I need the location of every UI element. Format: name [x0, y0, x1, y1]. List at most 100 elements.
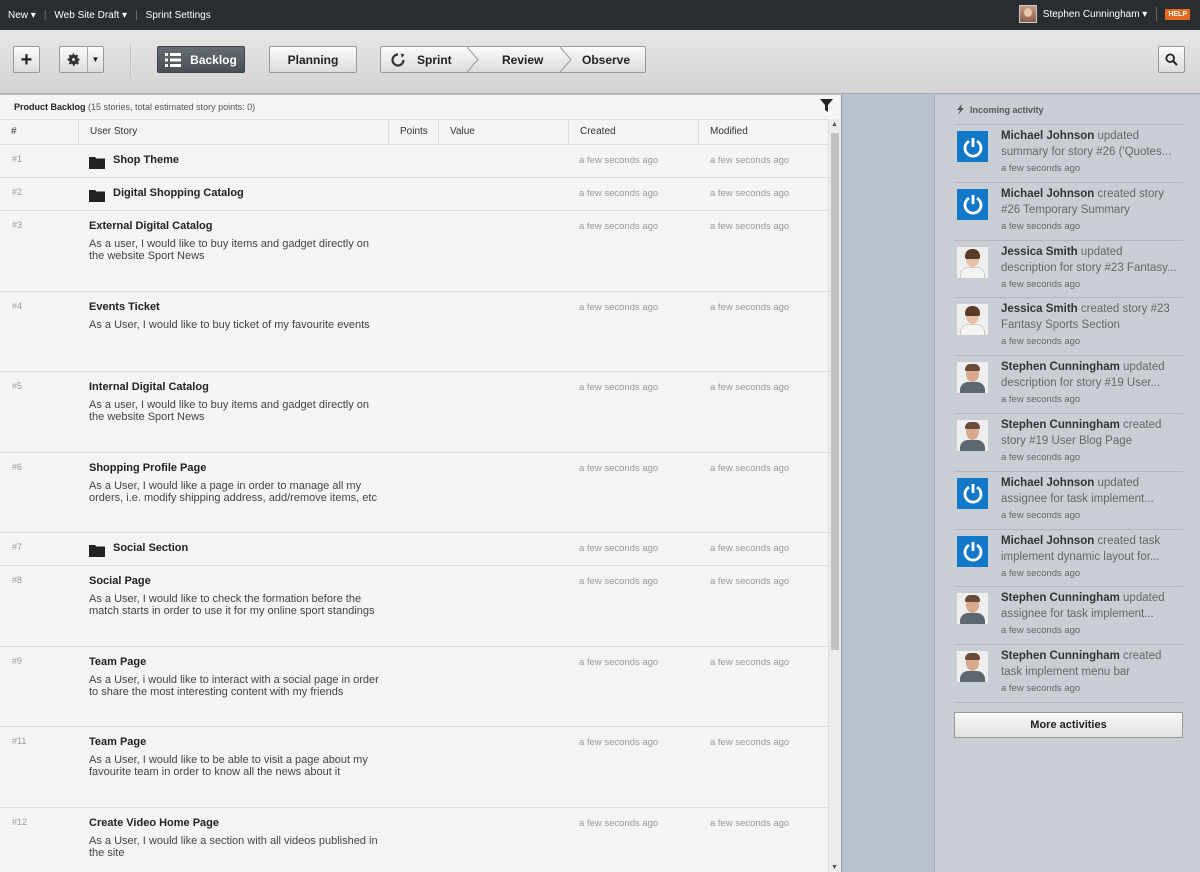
modified-time: a few seconds ago [710, 188, 790, 199]
menu-sprint-settings[interactable]: Sprint Settings [146, 10, 211, 21]
activity-item[interactable]: Michael Johnson updated summary for stor… [954, 125, 1183, 183]
tab-sprint[interactable]: Sprint [391, 47, 452, 72]
tab-backlog[interactable]: Backlog [157, 46, 245, 73]
add-button[interactable]: + [13, 46, 40, 73]
column-header-value[interactable]: Value [438, 120, 568, 144]
activity-user[interactable]: Michael Johnson [1001, 535, 1094, 547]
workflow-arrow-icon [560, 47, 572, 72]
activity-user[interactable]: Jessica Smith [1001, 303, 1078, 315]
more-activities-button[interactable]: More activities [954, 712, 1183, 738]
backlog-title: Product Backlog [14, 102, 86, 112]
story-title[interactable]: Team Page [89, 736, 146, 748]
activity-user[interactable]: Stephen Cunningham [1001, 361, 1120, 373]
story-title[interactable]: Social Section [113, 542, 188, 554]
user-separator [1156, 7, 1158, 21]
modified-time: a few seconds ago [710, 737, 790, 748]
folder-icon [89, 545, 105, 557]
created-time: a few seconds ago [579, 462, 659, 474]
column-header-number[interactable]: # [0, 120, 78, 144]
activity-user[interactable]: Stephen Cunningham [1001, 650, 1120, 662]
activity-user[interactable]: Michael Johnson [1001, 477, 1094, 489]
table-row[interactable]: #12 Create Video Home Page As a User, I … [0, 808, 828, 872]
modified-time: a few seconds ago [710, 817, 790, 829]
tab-review-label: Review [502, 52, 544, 67]
story-description: As a User, I would like a page in order … [89, 479, 377, 504]
table-row[interactable]: #5 Internal Digital Catalog As a user, I… [0, 372, 828, 453]
activity-item[interactable]: Stephen Cunningham created task implemen… [954, 645, 1183, 703]
story-title[interactable]: Internal Digital Catalog [89, 381, 209, 393]
modified-time: a few seconds ago [710, 155, 790, 166]
activity-user[interactable]: Michael Johnson [1001, 188, 1094, 200]
story-number: #6 [12, 461, 23, 472]
avatar [957, 593, 988, 625]
activity-item[interactable]: Stephen Cunningham created story #19 Use… [954, 414, 1183, 472]
story-title[interactable]: Team Page [89, 656, 146, 668]
tab-observe[interactable]: Observe [582, 47, 630, 72]
story-title[interactable]: Events Ticket [89, 301, 160, 313]
activity-item[interactable]: Stephen Cunningham updated assignee for … [954, 587, 1183, 646]
settings-button[interactable]: ▼ [59, 46, 104, 73]
toolbar: + ▼ Backlog Planning Sprint Review Obser… [0, 30, 1200, 94]
table-row[interactable]: #9 Team Page As a User, i would like to … [0, 647, 828, 727]
created-time: a few seconds ago [579, 155, 659, 166]
search-button[interactable] [1158, 46, 1185, 73]
tab-review[interactable]: Review [502, 47, 543, 72]
activity-header: Incoming activity [955, 104, 1044, 115]
table-row[interactable]: #4 Events Ticket As a User, I would like… [0, 292, 828, 372]
scroll-down-icon[interactable]: ▼ [831, 864, 838, 871]
tab-planning[interactable]: Planning [269, 46, 357, 73]
table-row[interactable]: #2 Digital Shopping Catalog a few second… [0, 178, 828, 211]
activity-user[interactable]: Stephen Cunningham [1001, 419, 1120, 431]
activity-item[interactable]: Stephen Cunningham updated description f… [954, 356, 1183, 414]
story-title[interactable]: Shop Theme [113, 154, 179, 166]
menu-new[interactable]: New ▾ [8, 10, 36, 21]
story-title[interactable]: External Digital Catalog [89, 220, 212, 232]
activity-item[interactable]: Michael Johnson updated assignee for tas… [954, 472, 1183, 530]
backlog-scrollbar[interactable]: ▲ ▼ [828, 119, 840, 872]
activity-item[interactable]: Michael Johnson created story #26 Tempor… [954, 183, 1183, 241]
activity-item[interactable]: Jessica Smith updated description for st… [954, 241, 1183, 299]
backlog-table-header: # User Story Points Value Created Modifi… [0, 119, 838, 145]
avatar [957, 304, 988, 336]
activity-item[interactable]: Michael Johnson created task implement d… [954, 530, 1183, 588]
story-title[interactable]: Social Page [89, 575, 151, 587]
story-title[interactable]: Digital Shopping Catalog [113, 187, 244, 199]
search-icon [1165, 53, 1178, 66]
activity-item[interactable]: Jessica Smith created story #23 Fantasy … [954, 298, 1183, 357]
gear-icon [67, 53, 80, 66]
activity-time: a few seconds ago [1001, 336, 1081, 348]
help-button[interactable]: HELP [1165, 8, 1190, 20]
activity-user[interactable]: Michael Johnson [1001, 130, 1094, 142]
column-header-points[interactable]: Points [388, 120, 438, 144]
activity-user[interactable]: Stephen Cunningham [1001, 592, 1120, 604]
story-title[interactable]: Shopping Profile Page [89, 462, 206, 474]
user-avatar[interactable] [1018, 5, 1037, 23]
table-row[interactable]: #1 Shop Theme a few seconds ago a few se… [0, 145, 828, 178]
created-time: a few seconds ago [579, 737, 659, 748]
table-row[interactable]: #7 Social Section a few seconds ago a fe… [0, 533, 828, 566]
column-header-user-story[interactable]: User Story [78, 120, 388, 144]
story-description: As a user, I would like to buy items and… [89, 238, 370, 262]
filter-icon[interactable] [820, 99, 833, 113]
chevron-down-icon[interactable]: ▼ [87, 47, 103, 72]
scroll-up-icon[interactable]: ▲ [831, 121, 838, 128]
refresh-icon [391, 52, 405, 67]
activity-user[interactable]: Jessica Smith [1001, 246, 1078, 258]
scrollbar-thumb[interactable] [831, 133, 839, 650]
activity-time: a few seconds ago [1001, 163, 1081, 174]
table-row[interactable]: #8 Social Page As a User, I would like t… [0, 566, 828, 647]
story-title[interactable]: Create Video Home Page [89, 817, 219, 829]
avatar [957, 651, 988, 683]
user-name-dropdown[interactable]: Stephen Cunningham ▾ [1043, 9, 1148, 20]
created-time: a few seconds ago [579, 382, 659, 393]
column-header-modified[interactable]: Modified [698, 120, 828, 144]
tab-sprint-label: Sprint [417, 52, 452, 67]
menu-web-site-draft[interactable]: Web Site Draft ▾ [54, 10, 127, 21]
table-row[interactable]: #11 Team Page As a User, I would like to… [0, 727, 828, 808]
table-row[interactable]: #3 External Digital Catalog As a user, I… [0, 211, 828, 292]
backlog-header: Product Backlog (15 stories, total estim… [14, 102, 255, 112]
column-header-created[interactable]: Created [568, 120, 698, 144]
modified-time: a few seconds ago [710, 221, 790, 232]
table-row[interactable]: #6 Shopping Profile Page As a User, I wo… [0, 453, 828, 533]
activity-time: a few seconds ago [1001, 625, 1081, 637]
